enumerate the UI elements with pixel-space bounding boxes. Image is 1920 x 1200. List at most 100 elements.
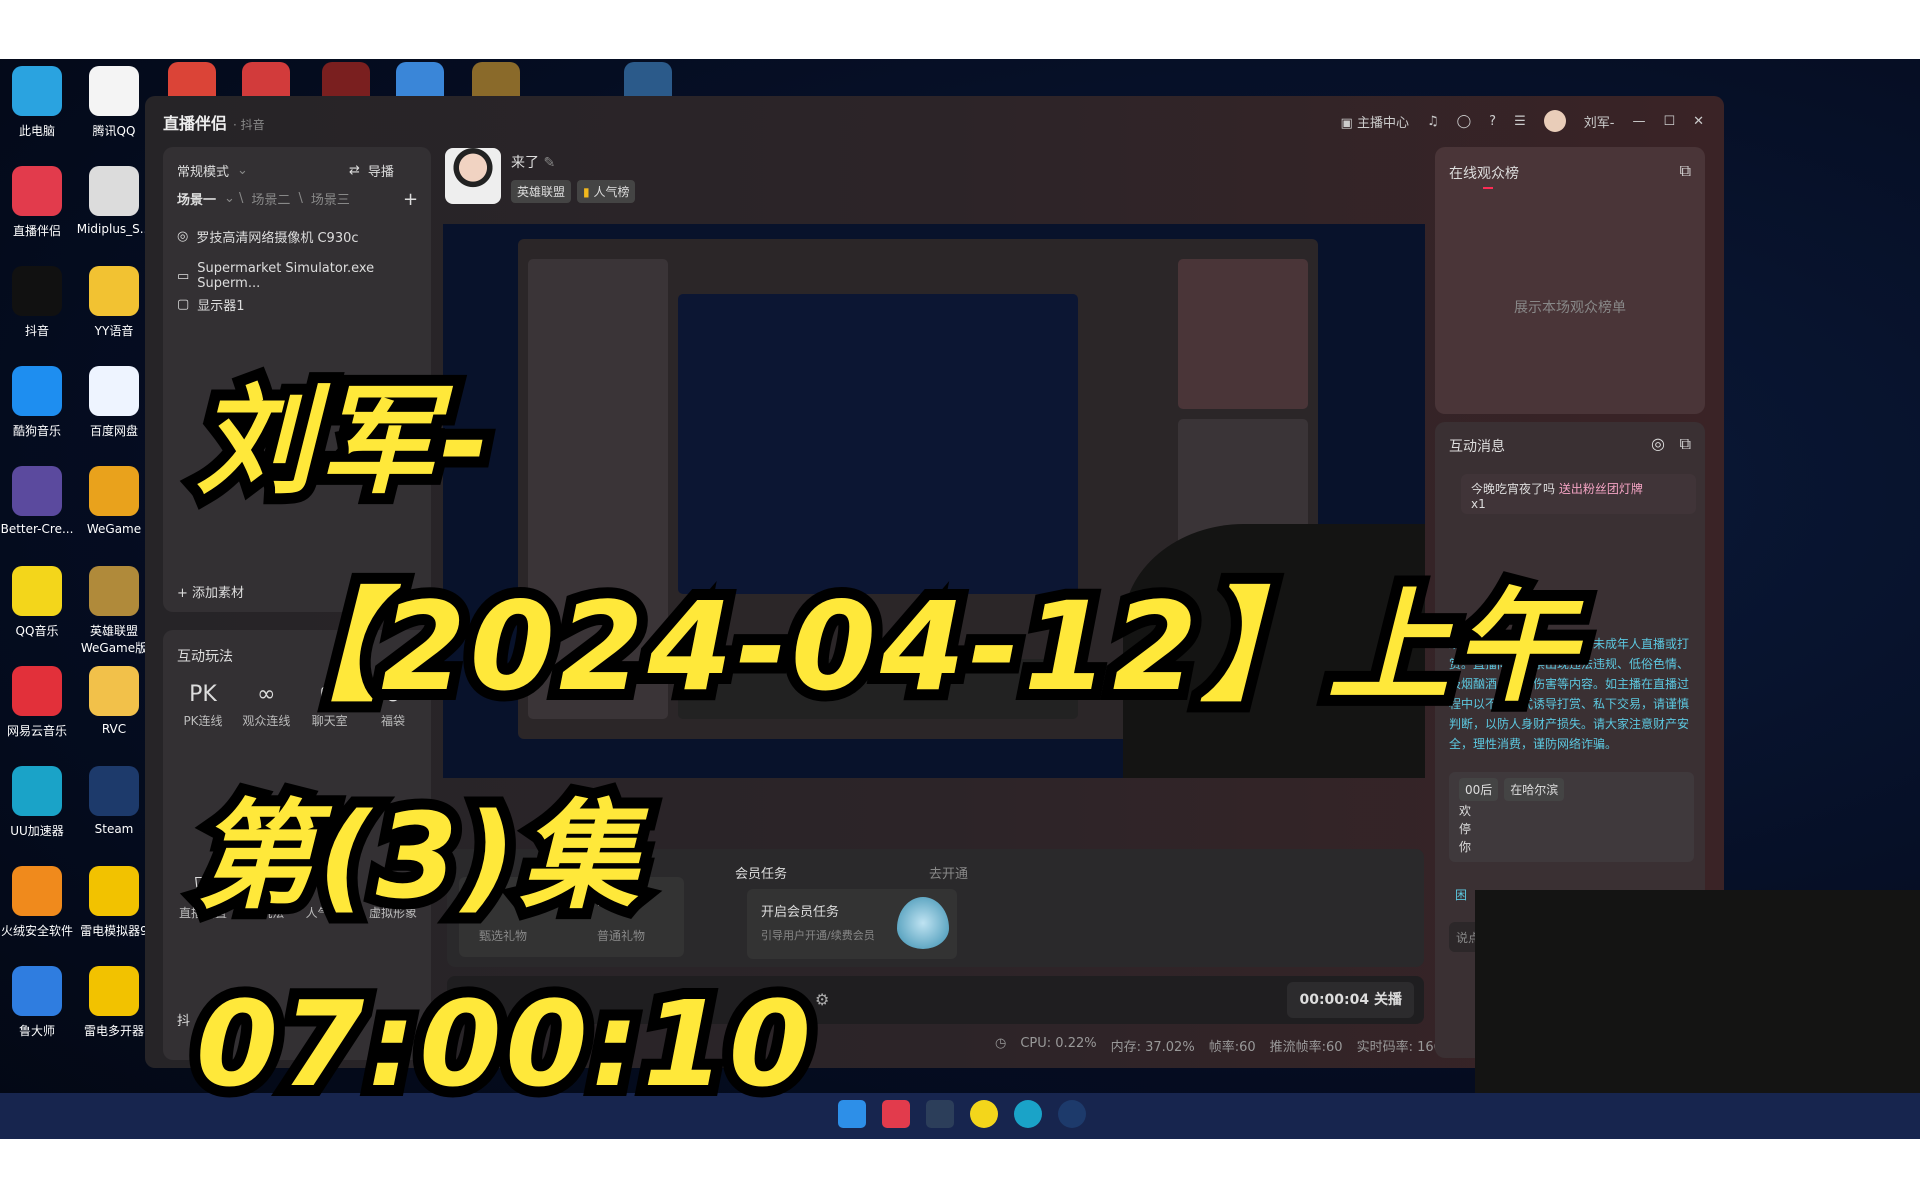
audience-panel: 在线观众榜 ⧉ 展示本场观众榜单 xyxy=(1435,147,1705,414)
bar-chart-icon: ▮ xyxy=(583,185,590,199)
anchor-center-label: 主播中心 xyxy=(1356,115,1409,131)
menu-icon[interactable]: ☰ xyxy=(1514,114,1526,129)
stream-header: 来了 ✎ 英雄联盟▮ 人气榜 ⚇ 0 👍︎ 0 ⊟ 0 ⧉ xyxy=(445,148,1565,218)
message-count: x1 xyxy=(1471,497,1486,511)
PK-icon: PK xyxy=(189,682,217,707)
minimize-icon[interactable]: — xyxy=(1632,114,1645,129)
taskbar-app-icon[interactable] xyxy=(926,1100,954,1128)
app-icon xyxy=(12,566,62,616)
overlay-title-date: 【2024-04-12】上午 xyxy=(244,565,1586,729)
settings-icon[interactable]: ⚙ xyxy=(815,990,829,1009)
member-open-link[interactable]: 去开通 xyxy=(929,863,968,882)
tab-indicator xyxy=(1483,187,1493,189)
chevron-down-icon: ⌄ xyxy=(237,163,248,178)
director-label: 导播 xyxy=(367,165,394,180)
member-task-card[interactable]: 开启会员任务 引导用户开通/续费会员 xyxy=(747,889,957,959)
app-icon xyxy=(12,466,62,516)
heart-icon xyxy=(897,897,949,949)
source-item[interactable]: ▭ Supermarket Simulator.exe Superm... xyxy=(177,261,431,291)
audience-empty: 展示本场观众榜单 xyxy=(1514,300,1626,316)
steam-icon[interactable] xyxy=(1058,1100,1086,1128)
edit-icon[interactable]: ✎ xyxy=(543,155,555,171)
overlay-title-name: 刘军- xyxy=(185,361,500,521)
app-icon xyxy=(12,366,62,416)
app-title: 直播伴侣 · 抖音 xyxy=(163,110,265,134)
end-live-button[interactable]: 00:00:04 关播 xyxy=(1287,982,1414,1018)
source-item[interactable]: ◎ 罗技高清网络摄像机 C930c xyxy=(177,227,359,246)
windows-start-icon[interactable] xyxy=(838,1100,866,1128)
add-source-label: + 添加素材 xyxy=(177,586,245,601)
popout-icon[interactable]: ⧉ xyxy=(1680,161,1691,181)
settings-icon[interactable]: ◎ xyxy=(1651,434,1665,453)
headset-icon[interactable]: ♫ xyxy=(1427,114,1439,129)
add-source-button[interactable]: + 添加素材 xyxy=(177,582,244,601)
chat-message: 00后 在哈尔滨 欢停你 xyxy=(1449,772,1694,862)
app-icon[interactable] xyxy=(624,62,672,98)
popularity-tag[interactable]: ▮ 人气榜 xyxy=(577,180,636,203)
interactive-title: 互动玩法 xyxy=(177,649,233,665)
overlay-title-episode: 第(3)集 xyxy=(185,776,649,936)
member-task-title: 会员任务 xyxy=(735,867,788,882)
audience-title: 在线观众榜 xyxy=(1449,166,1519,182)
director-button[interactable]: ⇄ 导播 xyxy=(349,161,394,180)
app-icon xyxy=(89,366,139,416)
category-tag[interactable]: 英雄联盟 xyxy=(511,180,572,203)
avatar[interactable] xyxy=(1543,110,1566,132)
game-icon[interactable] xyxy=(472,62,520,98)
camera-icon: ◎ xyxy=(177,229,189,244)
tab-scene-1[interactable]: 场景一 xyxy=(177,189,216,208)
tab-scene-3[interactable]: 场景三 xyxy=(311,189,350,208)
mode-select[interactable]: 常规模式 ⌄ xyxy=(177,161,248,180)
status-bar: ◷ CPU: 0.22% 内存: 37.02% 帧率:60 推流帧率:60 实时… xyxy=(995,1036,1477,1055)
window-icon: ▭ xyxy=(177,268,190,284)
stream-title[interactable]: 来了 ✎ xyxy=(511,152,555,172)
message-action: 送出粉丝团灯牌 xyxy=(1558,482,1643,496)
tab-scene-2[interactable]: 场景二 xyxy=(251,189,290,208)
app-icon xyxy=(12,666,62,716)
folder-icon[interactable] xyxy=(396,62,444,98)
maximize-icon[interactable]: ☐ xyxy=(1663,114,1675,129)
gift-message: 今晚吃宵夜了吗 送出粉丝团灯牌 x1 xyxy=(1461,474,1696,514)
memory-usage: 内存: 37.02% xyxy=(1110,1040,1195,1055)
app-icon[interactable] xyxy=(322,62,370,98)
streamer-avatar[interactable] xyxy=(445,148,501,204)
member-card-subtitle: 引导用户开通/续费会员 xyxy=(761,929,875,942)
member-card-title: 开启会员任务 xyxy=(761,905,840,920)
app-icon xyxy=(89,66,139,116)
app-icon xyxy=(12,66,62,116)
username[interactable]: 刘军- xyxy=(1584,112,1615,131)
app-icon[interactable] xyxy=(242,62,290,98)
help-icon[interactable]: ? xyxy=(1489,114,1496,129)
close-icon[interactable]: ✕ xyxy=(1693,114,1704,129)
chat-icon[interactable]: ◯ xyxy=(1457,114,1472,129)
add-scene-icon[interactable]: + xyxy=(403,189,418,210)
app-icon xyxy=(12,266,62,316)
frame-rate: 帧率:60 xyxy=(1208,1040,1256,1055)
taskbar-app-icon[interactable] xyxy=(882,1100,910,1128)
popout-icon[interactable]: ⧉ xyxy=(1680,434,1691,454)
taskbar-app-icon[interactable] xyxy=(1014,1100,1042,1128)
overlay-title-time: 07:00:10 xyxy=(185,964,822,1124)
chrome-icon[interactable] xyxy=(168,62,216,98)
stream-title-text: 来了 xyxy=(511,155,539,171)
app-icon xyxy=(89,966,139,1016)
user-tag: 在哈尔滨 xyxy=(1504,778,1565,801)
anchor-center-button[interactable]: ▣ 主播中心 xyxy=(1341,112,1409,131)
swap-icon: ⇄ xyxy=(349,163,360,178)
source-label: Supermarket Simulator.exe Superm... xyxy=(197,261,375,291)
popularity-label: 人气榜 xyxy=(593,185,630,199)
message-line: 停 xyxy=(1459,822,1472,836)
taskbar-app-icon[interactable] xyxy=(970,1100,998,1128)
tool-PK[interactable]: PK PK连线 xyxy=(173,682,233,729)
message-partial: 困 xyxy=(1455,888,1468,902)
push-frame-rate: 推流帧率:60 xyxy=(1269,1040,1343,1055)
message-line: 你 xyxy=(1459,840,1472,854)
tool-label: PK连线 xyxy=(183,714,223,728)
platform-label: · 抖音 xyxy=(233,118,265,132)
source-item[interactable]: ▢ 显示器1 xyxy=(177,295,245,314)
app-icon xyxy=(89,466,139,516)
cpu-usage: CPU: 0.22% xyxy=(1020,1036,1097,1051)
user-tag: 00后 xyxy=(1459,778,1499,801)
scene-tabs: 场景一 ⌄ \ 场景二 \ 场景三 xyxy=(177,189,350,208)
app-icon xyxy=(89,766,139,816)
